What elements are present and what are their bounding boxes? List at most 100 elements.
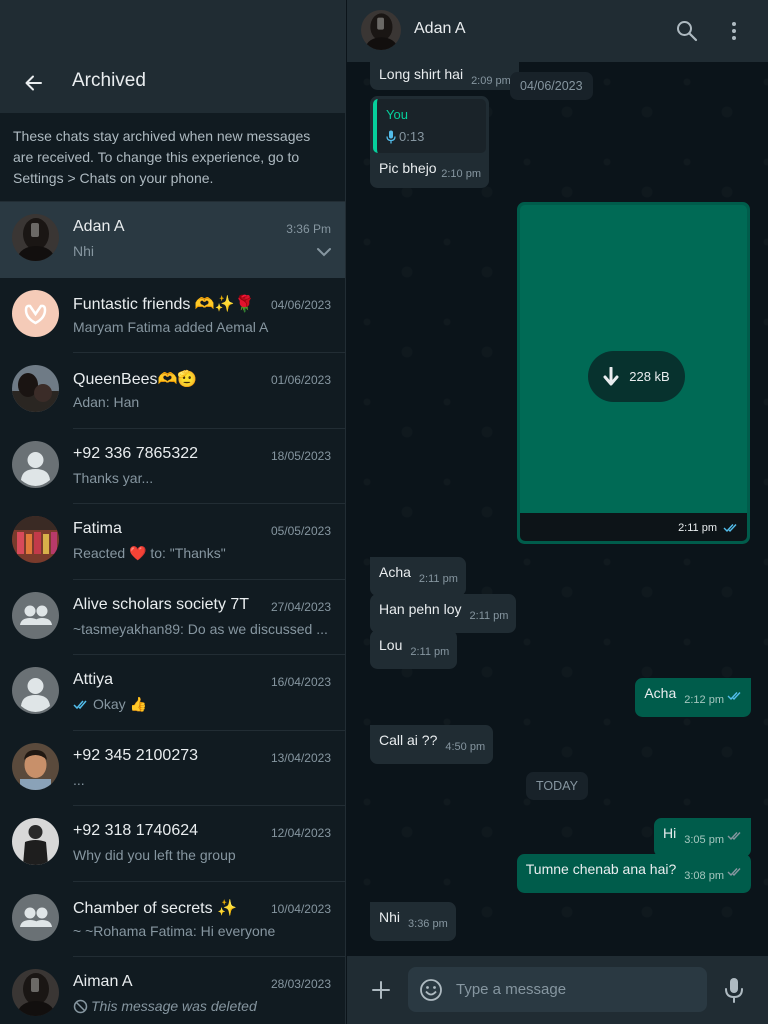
- archived-title: Archived: [72, 70, 146, 91]
- message-incoming-reply[interactable]: You 0:13 Pic bhejo 2:10 pm: [370, 96, 489, 188]
- contact-name[interactable]: Adan A: [414, 20, 466, 38]
- image-footer: 2:11 pm: [520, 513, 747, 541]
- chat-row-contact[interactable]: +92 318 1740624 12/04/2023 Why did you l…: [0, 806, 345, 882]
- chat-row-attiya[interactable]: Attiya 16/04/2023 Okay 👍: [0, 655, 345, 731]
- chat-time: 27/04/2023: [270, 599, 331, 614]
- message-text: Tumne chenab ana hai?: [525, 861, 677, 877]
- chat-row-fatima[interactable]: Fatima 05/05/2023 Reacted ❤️ to: "Thanks…: [0, 504, 345, 580]
- conversation-header[interactable]: Adan A: [347, 0, 768, 62]
- chat-name: +92 345 2100273: [73, 746, 199, 764]
- chat-time: 28/03/2023: [270, 977, 331, 991]
- message-incoming[interactable]: Nhi 3:36 pm: [370, 902, 456, 941]
- message-time: 3:36 pm: [408, 918, 448, 930]
- chat-row-contact[interactable]: +92 345 2100273 13/04/2023 ...: [0, 731, 345, 806]
- message-text: Acha: [644, 685, 677, 701]
- chat-options-button[interactable]: [316, 244, 332, 262]
- chat-time: 3:36 Pm: [286, 222, 331, 236]
- chevron-down-icon: [317, 248, 331, 257]
- double-check-icon: [723, 524, 737, 533]
- chat-preview: This message was deleted: [73, 998, 328, 1014]
- chat-row-queenbees[interactable]: QueenBees🫶🫡 01/06/2023 Adan: Han: [0, 353, 345, 429]
- message-incoming[interactable]: Long shirt hai 2:09 pm: [370, 60, 519, 90]
- microphone-icon: [386, 130, 396, 143]
- chat-name: Aiman A: [73, 973, 133, 990]
- chat-preview: Maryam Fatima added Aemal A: [73, 319, 328, 335]
- chat-row-adan-a[interactable]: Adan A 3:36 Pm Nhi: [0, 202, 345, 278]
- message-composer: [347, 956, 768, 1024]
- avatar: [12, 667, 59, 714]
- message-text: Han pehn loy: [379, 601, 462, 617]
- chat-row-funtastic-friends[interactable]: Funtastic friends 🫶✨🌹 04/06/2023 Maryam …: [0, 278, 345, 353]
- avatar: [12, 969, 59, 1016]
- attach-button[interactable]: [369, 978, 393, 1002]
- message-incoming[interactable]: Acha 2:11 pm: [370, 557, 466, 596]
- chat-name: Attiya: [73, 671, 114, 688]
- chat-name: Fatima: [73, 520, 122, 537]
- message-outgoing[interactable]: Acha 2:12 pm: [635, 678, 751, 717]
- chat-preview: Adan: Han: [73, 394, 328, 410]
- chat-name: +92 318 1740624: [73, 822, 199, 839]
- double-check-icon: [727, 692, 741, 701]
- chat-row-contact[interactable]: +92 336 7865322 18/05/2023 Thanks yar...: [0, 429, 345, 504]
- arrow-left-icon: [25, 75, 42, 91]
- date-divider: 04/06/2023: [510, 72, 593, 100]
- chat-preview-text: Nhi: [73, 243, 95, 259]
- chat-preview: ...: [73, 772, 328, 788]
- chat-preview-text: ~ ~Rohama Fatima: Hi everyone: [73, 922, 276, 939]
- chat-preview-text: Why did you left the group: [73, 847, 236, 863]
- chat-row-alive-scholars[interactable]: Alive scholars society 7T 27/04/2023 ~ta…: [0, 580, 345, 655]
- menu-button[interactable]: [725, 19, 743, 43]
- emoji-icon: [420, 979, 442, 1001]
- search-button[interactable]: [675, 19, 699, 43]
- more-vertical-icon: [732, 22, 736, 40]
- double-check-icon: [727, 832, 741, 841]
- emoji-button[interactable]: [419, 978, 443, 1002]
- message-outgoing[interactable]: Tumne chenab ana hai? 3:08 pm: [516, 854, 751, 893]
- whatsapp-web-app: Archived These chats stay archived when …: [0, 0, 768, 1024]
- download-button[interactable]: 228 kB: [588, 351, 685, 402]
- chat-time: 10/04/2023: [270, 901, 331, 916]
- message-outgoing[interactable]: Hi 3:05 pm: [654, 818, 751, 857]
- message-time: 2:11 pm: [469, 610, 509, 622]
- message-time: 3:05 pm: [684, 834, 724, 846]
- message-outgoing-image[interactable]: 228 kB 2:11 pm: [517, 202, 750, 544]
- archived-chat-list: Adan A 3:36 Pm Nhi Funtastic friends 🫶✨🌹…: [0, 202, 345, 1024]
- chat-preview: ~tasmeyakhan89: Do as we discussed ...: [73, 621, 328, 637]
- message-time: 3:08 pm: [684, 870, 724, 882]
- chat-name: +92 336 7865322: [73, 444, 199, 462]
- chat-time: 05/05/2023: [270, 524, 331, 538]
- voice-record-button[interactable]: [724, 977, 744, 1003]
- chat-row-chamber-of-secrets[interactable]: Chamber of secrets ✨ 10/04/2023 ~ ~Roham…: [0, 882, 345, 957]
- message-text: Nhi: [379, 909, 401, 925]
- quoted-message[interactable]: You 0:13: [373, 99, 486, 153]
- chat-time: 16/04/2023: [270, 675, 331, 689]
- message-time: 2:09 pm: [471, 75, 511, 87]
- message-input[interactable]: [456, 967, 696, 1012]
- search-icon: [677, 21, 698, 42]
- conversation-panel: Adan A Long shirt hai 2:09 pm 04/06/2023 …: [347, 0, 768, 1024]
- avatar: [12, 214, 59, 261]
- back-button[interactable]: [20, 70, 46, 96]
- default-user-icon: [21, 451, 50, 486]
- message-incoming[interactable]: Han pehn loy 2:11 pm: [370, 594, 517, 633]
- message-text: Hi: [663, 825, 677, 841]
- image-size: 228 kB: [629, 369, 670, 384]
- chat-row-aiman-a[interactable]: Aiman A 28/03/2023 This message was dele…: [0, 957, 345, 1024]
- quote-voice-note: 0:13: [386, 129, 424, 144]
- deleted-icon: [73, 999, 88, 1013]
- chat-preview-text: Okay 👍: [93, 696, 147, 712]
- message-text: Pic bhejo: [379, 160, 437, 176]
- message-text: Long shirt hai: [379, 66, 464, 82]
- contact-avatar[interactable]: [361, 10, 401, 50]
- chat-preview-text: ...: [73, 771, 85, 788]
- message-incoming[interactable]: Lou 2:11 pm: [370, 630, 458, 669]
- chat-preview: Reacted ❤️ to: "Thanks": [73, 545, 328, 562]
- message-time: 2:11 pm: [418, 573, 458, 585]
- chat-time: 13/04/2023: [270, 750, 331, 765]
- chat-time: 01/06/2023: [270, 373, 331, 387]
- chat-time: 18/05/2023: [270, 448, 331, 463]
- message-incoming[interactable]: Call ai ?? 4:50 pm: [370, 725, 494, 764]
- message-time: 2:10 pm: [441, 168, 481, 180]
- chat-preview: ~ ~Rohama Fatima: Hi everyone: [73, 923, 328, 939]
- chat-preview-text: ~tasmeyakhan89: Do as we discussed ...: [73, 620, 328, 637]
